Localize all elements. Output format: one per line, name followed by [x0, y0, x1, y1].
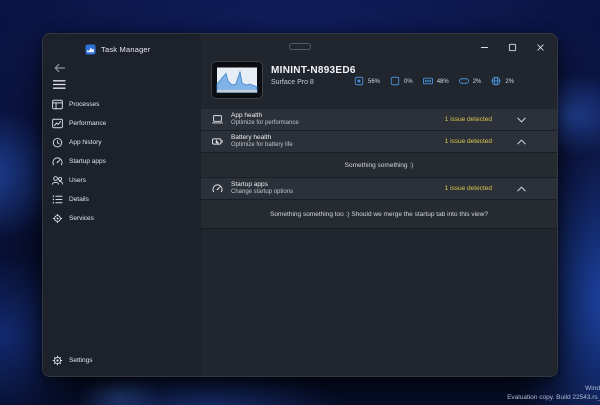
sidebar-item-label: Startup apps [69, 158, 106, 165]
sidebar-item-app-history[interactable]: App history [43, 133, 201, 152]
performance-preview-thumbnail [211, 61, 263, 99]
row-title: Battery health [231, 134, 293, 142]
sidebar-item-users[interactable]: Users [43, 171, 201, 190]
stat-value: 48% [437, 76, 449, 85]
minimize-button[interactable] [470, 36, 498, 59]
memory-icon [422, 75, 434, 87]
evaluation-watermark: Windows 11 Pro Evaluation copy. Build 22… [507, 385, 600, 402]
network-globe-icon [490, 75, 502, 87]
sidebar-item-label: App history [69, 139, 102, 146]
resource-stats: 56% 0% 48% [353, 73, 514, 88]
sidebar-item-label: Processes [69, 101, 99, 108]
settings-gear-icon [51, 354, 64, 367]
stat-gpu: 0% [389, 75, 413, 87]
sidebar-item-settings[interactable]: Settings [43, 351, 201, 370]
status-badge: 1 issue detected [445, 116, 492, 123]
stat-value: 2% [473, 76, 482, 85]
stat-value: 2% [505, 76, 514, 85]
sidebar-item-startup-apps[interactable]: Startup apps [43, 152, 201, 171]
health-rows: App health Optimize for performance 1 is… [201, 109, 557, 229]
back-arrow-icon[interactable] [52, 61, 67, 75]
stat-value: 56% [368, 76, 380, 85]
stat-network: 2% [490, 75, 514, 87]
sidebar-nav: Processes Performance App history [43, 95, 201, 228]
sidebar-item-processes[interactable]: Processes [43, 95, 201, 114]
stat-memory: 48% [422, 75, 449, 87]
stat-disk: 2% [458, 75, 482, 87]
gpu-icon [389, 75, 401, 87]
sidebar-item-label: Details [69, 196, 89, 203]
chevron-up-icon[interactable] [516, 138, 527, 146]
task-manager-window: Task Manager Processes [42, 33, 558, 377]
minimize-icon [480, 43, 489, 52]
window-controls [470, 35, 554, 60]
status-badge: 1 issue detected [445, 138, 492, 145]
cpu-icon [353, 75, 365, 87]
maximize-button[interactable] [498, 36, 526, 59]
watermark-line-1: Windows 11 Pro [507, 385, 600, 394]
app-health-row[interactable]: App health Optimize for performance 1 is… [201, 109, 557, 131]
disk-icon [458, 75, 470, 87]
processes-icon [51, 98, 64, 111]
sidebar-item-services[interactable]: Services [43, 209, 201, 228]
device-model: Surface Pro 8 [271, 79, 314, 86]
device-name: MININT-N893ED6 [271, 65, 356, 76]
task-manager-app-icon [85, 44, 96, 55]
users-icon [51, 174, 64, 187]
laptop-icon [211, 113, 224, 126]
startup-apps-row[interactable]: Startup apps Change startup options 1 is… [201, 178, 557, 200]
main-panel: MININT-N893ED6 Surface Pro 8 56% 0% [201, 34, 557, 376]
services-icon [51, 212, 64, 225]
stat-value: 0% [404, 76, 413, 85]
titlebar-title: Task Manager [85, 43, 151, 56]
close-icon [536, 43, 545, 52]
expanded-text: Something something too :) Should we mer… [270, 211, 488, 218]
startup-apps-expanded: Something something too :) Should we mer… [201, 200, 557, 229]
sidebar-item-details[interactable]: Details [43, 190, 201, 209]
close-button[interactable] [526, 36, 554, 59]
app-history-icon [51, 136, 64, 149]
sidebar-item-performance[interactable]: Performance [43, 114, 201, 133]
row-subtitle: Optimize for performance [231, 120, 299, 128]
chevron-down-icon[interactable] [516, 116, 527, 124]
hamburger-icon[interactable] [52, 78, 67, 91]
status-badge: 1 issue detected [445, 185, 492, 192]
battery-saver-icon [211, 135, 224, 148]
expanded-text: Something something :) [345, 162, 414, 169]
watermark-line-2: Evaluation copy. Build 22543.rs_prerelea… [507, 394, 600, 403]
window-title: Task Manager [101, 45, 151, 54]
sidebar-item-label: Performance [69, 120, 106, 127]
row-title: Startup apps [231, 181, 293, 189]
maximize-icon [508, 43, 517, 52]
sidebar-item-label: Services [69, 215, 94, 222]
sidebar-item-label: Users [69, 177, 86, 184]
startup-gauge-icon [211, 182, 224, 195]
battery-health-row[interactable]: Battery health Optimize for battery life… [201, 131, 557, 153]
stat-cpu: 56% [353, 75, 380, 87]
drag-handle[interactable] [289, 43, 311, 50]
sidebar: Task Manager Processes [43, 34, 201, 376]
startup-apps-icon [51, 155, 64, 168]
desktop: Task Manager Processes [0, 0, 600, 405]
chevron-up-icon[interactable] [516, 185, 527, 193]
row-subtitle: Change startup options [231, 189, 293, 197]
performance-icon [51, 117, 64, 130]
row-subtitle: Optimize for battery life [231, 142, 293, 150]
row-title: App health [231, 112, 299, 120]
details-icon [51, 193, 64, 206]
battery-health-expanded: Something something :) [201, 153, 557, 178]
settings-label: Settings [69, 357, 93, 364]
